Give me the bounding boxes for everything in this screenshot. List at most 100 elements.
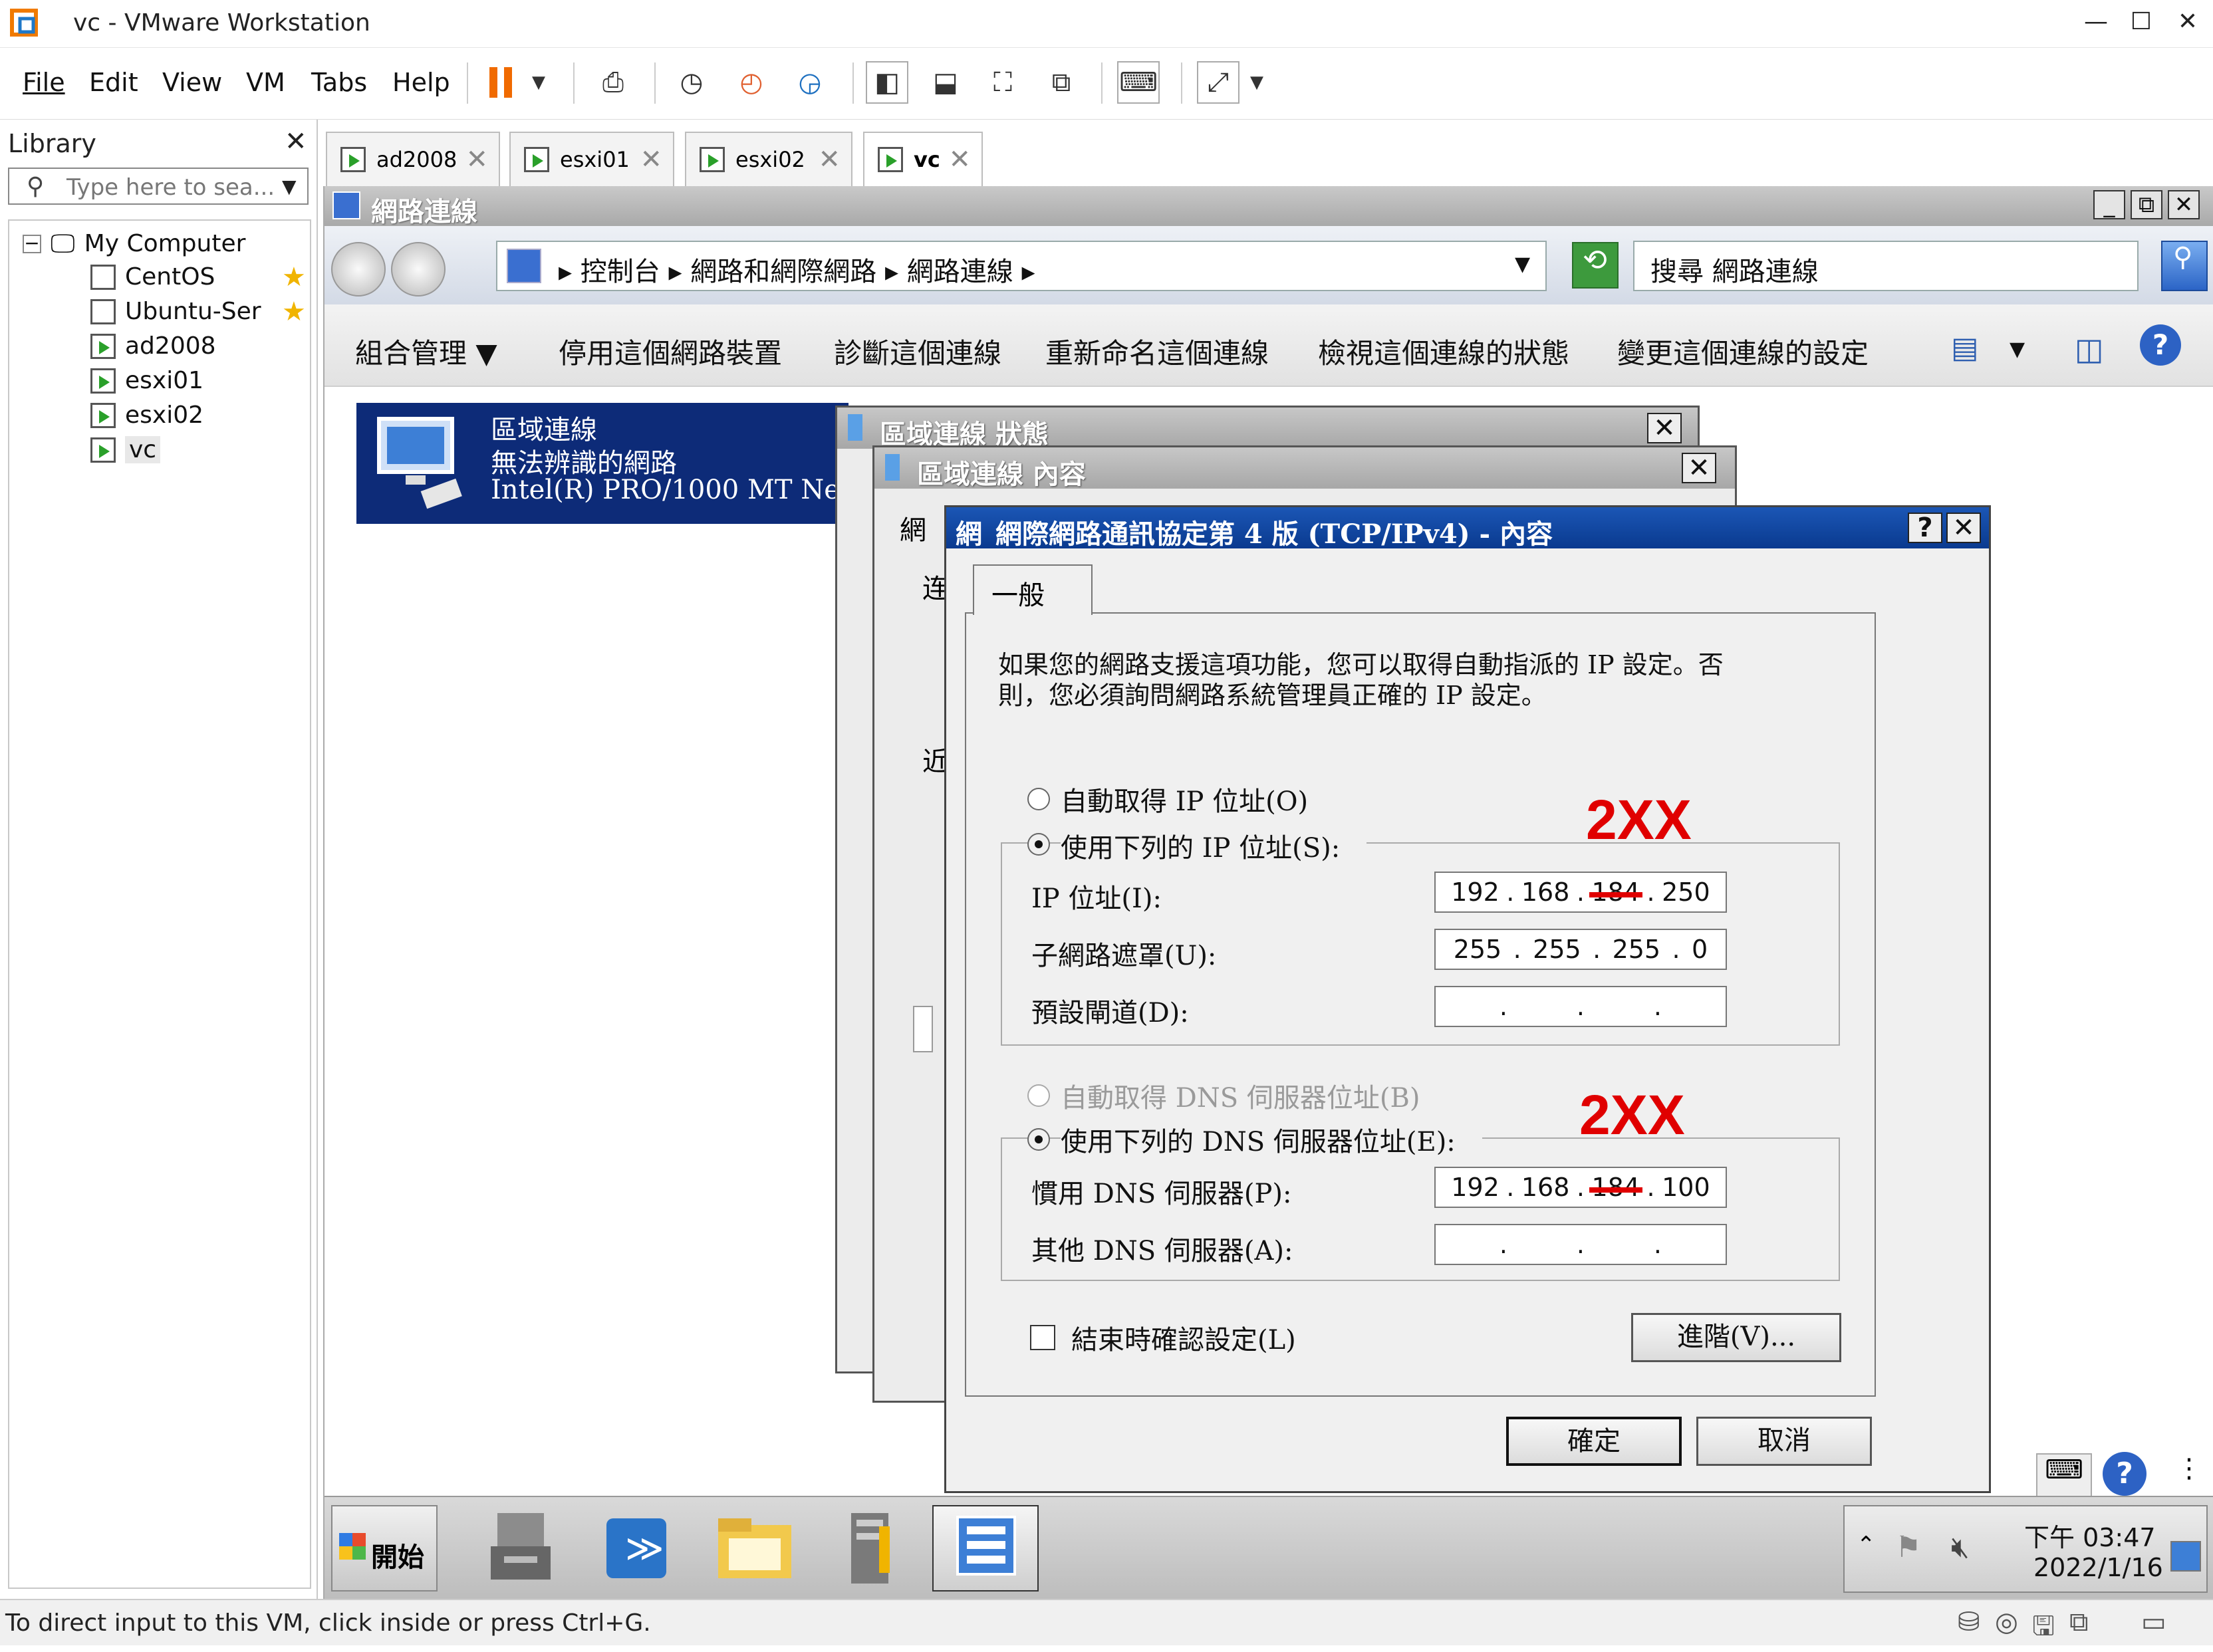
view-chevron-down-icon[interactable]: ▼ xyxy=(2010,338,2025,361)
address-field[interactable]: ▸ 控制台 ▸ 網路和網際網路 ▸ 網路連線 ▸ ▼ xyxy=(496,241,1547,291)
tab-close-icon[interactable]: ✕ xyxy=(465,144,488,175)
message-log-icon[interactable]: ▭ xyxy=(2141,1607,2166,1637)
properties-dialog-close-button[interactable]: ✕ xyxy=(1682,453,1716,483)
validate-settings-checkbox[interactable] xyxy=(1030,1325,1055,1350)
status-dialog-close-button[interactable]: ✕ xyxy=(1647,413,1682,443)
search-dropdown-chevron-down-icon[interactable]: ▼ xyxy=(282,176,297,197)
refresh-icon[interactable]: ⟲ xyxy=(1572,242,1619,289)
explorer-close-button[interactable]: ✕ xyxy=(2168,190,2200,219)
cmd-change-settings[interactable]: 變更這個連線的設定 xyxy=(1617,331,1869,372)
tab-esxi02[interactable]: esxi02 ✕ xyxy=(685,132,852,186)
show-library-icon[interactable]: ◧ xyxy=(866,61,908,104)
power-menu-chevron-down-icon[interactable]: ▼ xyxy=(525,61,552,104)
admin-tools-icon[interactable] xyxy=(817,1505,923,1592)
stretch-menu-chevron-down-icon[interactable]: ▼ xyxy=(1243,61,1270,104)
network-adapter-status-icon[interactable]: ⧉ xyxy=(2069,1607,2089,1637)
explorer-search-input[interactable]: 搜尋 網路連線 xyxy=(1633,241,2139,291)
menu-edit[interactable]: Edit xyxy=(89,68,138,97)
advanced-button[interactable]: 進階(V)... xyxy=(1631,1313,1841,1362)
network-connections-taskbar-icon[interactable] xyxy=(932,1505,1039,1592)
tree-item-ad2008[interactable]: ad2008 xyxy=(90,332,216,360)
tab-vc[interactable]: vc ✕ xyxy=(863,132,983,186)
back-arrow-icon[interactable] xyxy=(331,242,386,296)
maximize-button[interactable]: ☐ xyxy=(2123,8,2160,35)
default-gateway-input[interactable]: ... xyxy=(1434,986,1727,1027)
explorer-minimize-button[interactable]: _ xyxy=(2093,190,2125,219)
explorer-restore-button[interactable]: ⧉ xyxy=(2131,190,2162,219)
cancel-button[interactable]: 取消 xyxy=(1696,1417,1872,1466)
powershell-icon[interactable]: ≫ xyxy=(585,1505,692,1592)
cmd-rename[interactable]: 重新命名這個連線 xyxy=(1045,331,1269,372)
snapshot-icon[interactable]: ◷ xyxy=(670,61,713,104)
tab-general[interactable]: 一般 xyxy=(973,564,1093,615)
menu-tabs[interactable]: Tabs xyxy=(311,68,367,97)
collapse-icon[interactable]: − xyxy=(23,233,41,253)
hard-disk-icon[interactable]: ⛁ xyxy=(1958,1607,1980,1637)
local-area-connection-item[interactable]: 區域連線 無法辨識的網路 Intel(R) PRO/1000 MT Networ xyxy=(356,403,902,524)
tcpip-close-button[interactable]: ✕ xyxy=(1946,513,1981,543)
tab-close-icon[interactable]: ✕ xyxy=(818,144,841,175)
vmware-logo-icon xyxy=(10,9,38,37)
tab-close-icon[interactable]: ✕ xyxy=(948,144,971,175)
snapshot-manager-icon[interactable]: ◶ xyxy=(789,61,831,104)
cmd-disable-device[interactable]: 停用這個網路裝置 xyxy=(559,331,782,372)
minimize-button[interactable]: — xyxy=(2077,8,2115,35)
cd-drive-icon[interactable]: ◎ xyxy=(1995,1607,2018,1637)
tray-expand-chevron-up-icon[interactable]: ⌃ xyxy=(1857,1532,1876,1558)
close-button[interactable]: ✕ xyxy=(2169,8,2206,35)
tree-item-esxi01[interactable]: esxi01 xyxy=(90,367,203,394)
ok-button[interactable]: 確定 xyxy=(1506,1417,1682,1466)
full-screen-icon[interactable]: ⛶ xyxy=(981,61,1024,104)
menu-file[interactable]: File xyxy=(23,68,65,97)
menu-help[interactable]: Help xyxy=(392,68,450,97)
library-search-input[interactable]: ⚲ Type here to sea... ▼ xyxy=(8,168,309,205)
preview-pane-icon[interactable]: ◫ xyxy=(2075,331,2103,367)
more-options-icon[interactable]: ⋮ xyxy=(2169,1453,2209,1497)
help-button[interactable]: ? xyxy=(1908,513,1942,543)
tree-item-my-computer[interactable]: − 🖵 My Computer xyxy=(23,229,245,259)
tree-item-centos[interactable]: CentOS ★ xyxy=(90,262,310,293)
action-center-icon[interactable]: ⚑ xyxy=(1895,1530,1921,1564)
tree-item-vc[interactable]: vc xyxy=(90,436,161,463)
keyboard-icon[interactable]: ⌨ xyxy=(2036,1453,2092,1497)
address-dropdown-chevron-down-icon[interactable]: ▼ xyxy=(1515,253,1530,276)
stretch-guest-icon[interactable]: ⤢ xyxy=(1197,61,1239,104)
library-close-icon[interactable]: ✕ xyxy=(285,126,307,157)
revert-snapshot-icon[interactable]: ◴ xyxy=(730,61,773,104)
cmd-view-status[interactable]: 檢視這個連線的狀態 xyxy=(1318,331,1569,372)
pause-icon[interactable] xyxy=(480,61,523,104)
cmd-diagnose[interactable]: 診斷這個連線 xyxy=(834,331,1001,372)
file-explorer-icon[interactable] xyxy=(701,1505,807,1592)
library-search-placeholder: Type here to sea... xyxy=(66,174,275,201)
server-manager-icon[interactable] xyxy=(469,1505,576,1592)
help-icon[interactable]: ? xyxy=(2140,324,2181,366)
auto-dns-radio[interactable] xyxy=(1027,1084,1050,1107)
menu-vm[interactable]: VM xyxy=(246,68,285,97)
view-options-icon[interactable]: ▤ xyxy=(1951,331,1979,365)
tab-close-icon[interactable]: ✕ xyxy=(640,144,662,175)
alternate-dns-input[interactable]: ... xyxy=(1434,1224,1727,1265)
tab-esxi01[interactable]: esxi01 ✕ xyxy=(509,132,674,186)
start-button[interactable]: 開始 xyxy=(331,1505,438,1592)
help-icon[interactable]: ? xyxy=(2103,1452,2147,1496)
preferred-dns-input[interactable]: 192. 168. 184. 100 xyxy=(1434,1167,1727,1208)
cmd-organize[interactable]: 組合管理 ▼ xyxy=(355,331,497,372)
manual-dns-radio[interactable] xyxy=(1027,1128,1050,1151)
subnet-mask-input[interactable]: 255. 255. 255. 0 xyxy=(1434,929,1727,970)
show-desktop-icon[interactable] xyxy=(2170,1541,2201,1572)
auto-ip-radio[interactable] xyxy=(1027,788,1050,810)
forward-arrow-icon[interactable] xyxy=(391,242,446,296)
search-icon[interactable]: ⚲ xyxy=(2161,241,2208,291)
tab-ad2008[interactable]: ad2008 ✕ xyxy=(326,132,500,186)
volume-muted-icon[interactable]: 🔇︎ xyxy=(1951,1530,1970,1564)
manual-ip-radio[interactable] xyxy=(1027,833,1050,856)
send-ctrl-alt-del-icon[interactable]: ⎙ xyxy=(592,61,634,104)
thumbnail-bar-icon[interactable]: ⬓ xyxy=(924,61,967,104)
tree-item-ubuntu[interactable]: Ubuntu-Ser ★ xyxy=(90,296,310,327)
ip-address-input[interactable]: 192. 168. 184. 250 xyxy=(1434,872,1727,913)
console-view-icon[interactable]: ⌨ xyxy=(1117,61,1160,104)
menu-view[interactable]: View xyxy=(162,68,222,97)
vm-console[interactable]: 網路連線 _ ⧉ ✕ ▸ 控制台 ▸ 網路和網際網路 ▸ 網路連線 ▸ ▼ ⟲ … xyxy=(323,186,2213,1599)
unity-icon[interactable]: ⧉ xyxy=(1040,61,1083,104)
tree-item-esxi02[interactable]: esxi02 xyxy=(90,402,203,429)
